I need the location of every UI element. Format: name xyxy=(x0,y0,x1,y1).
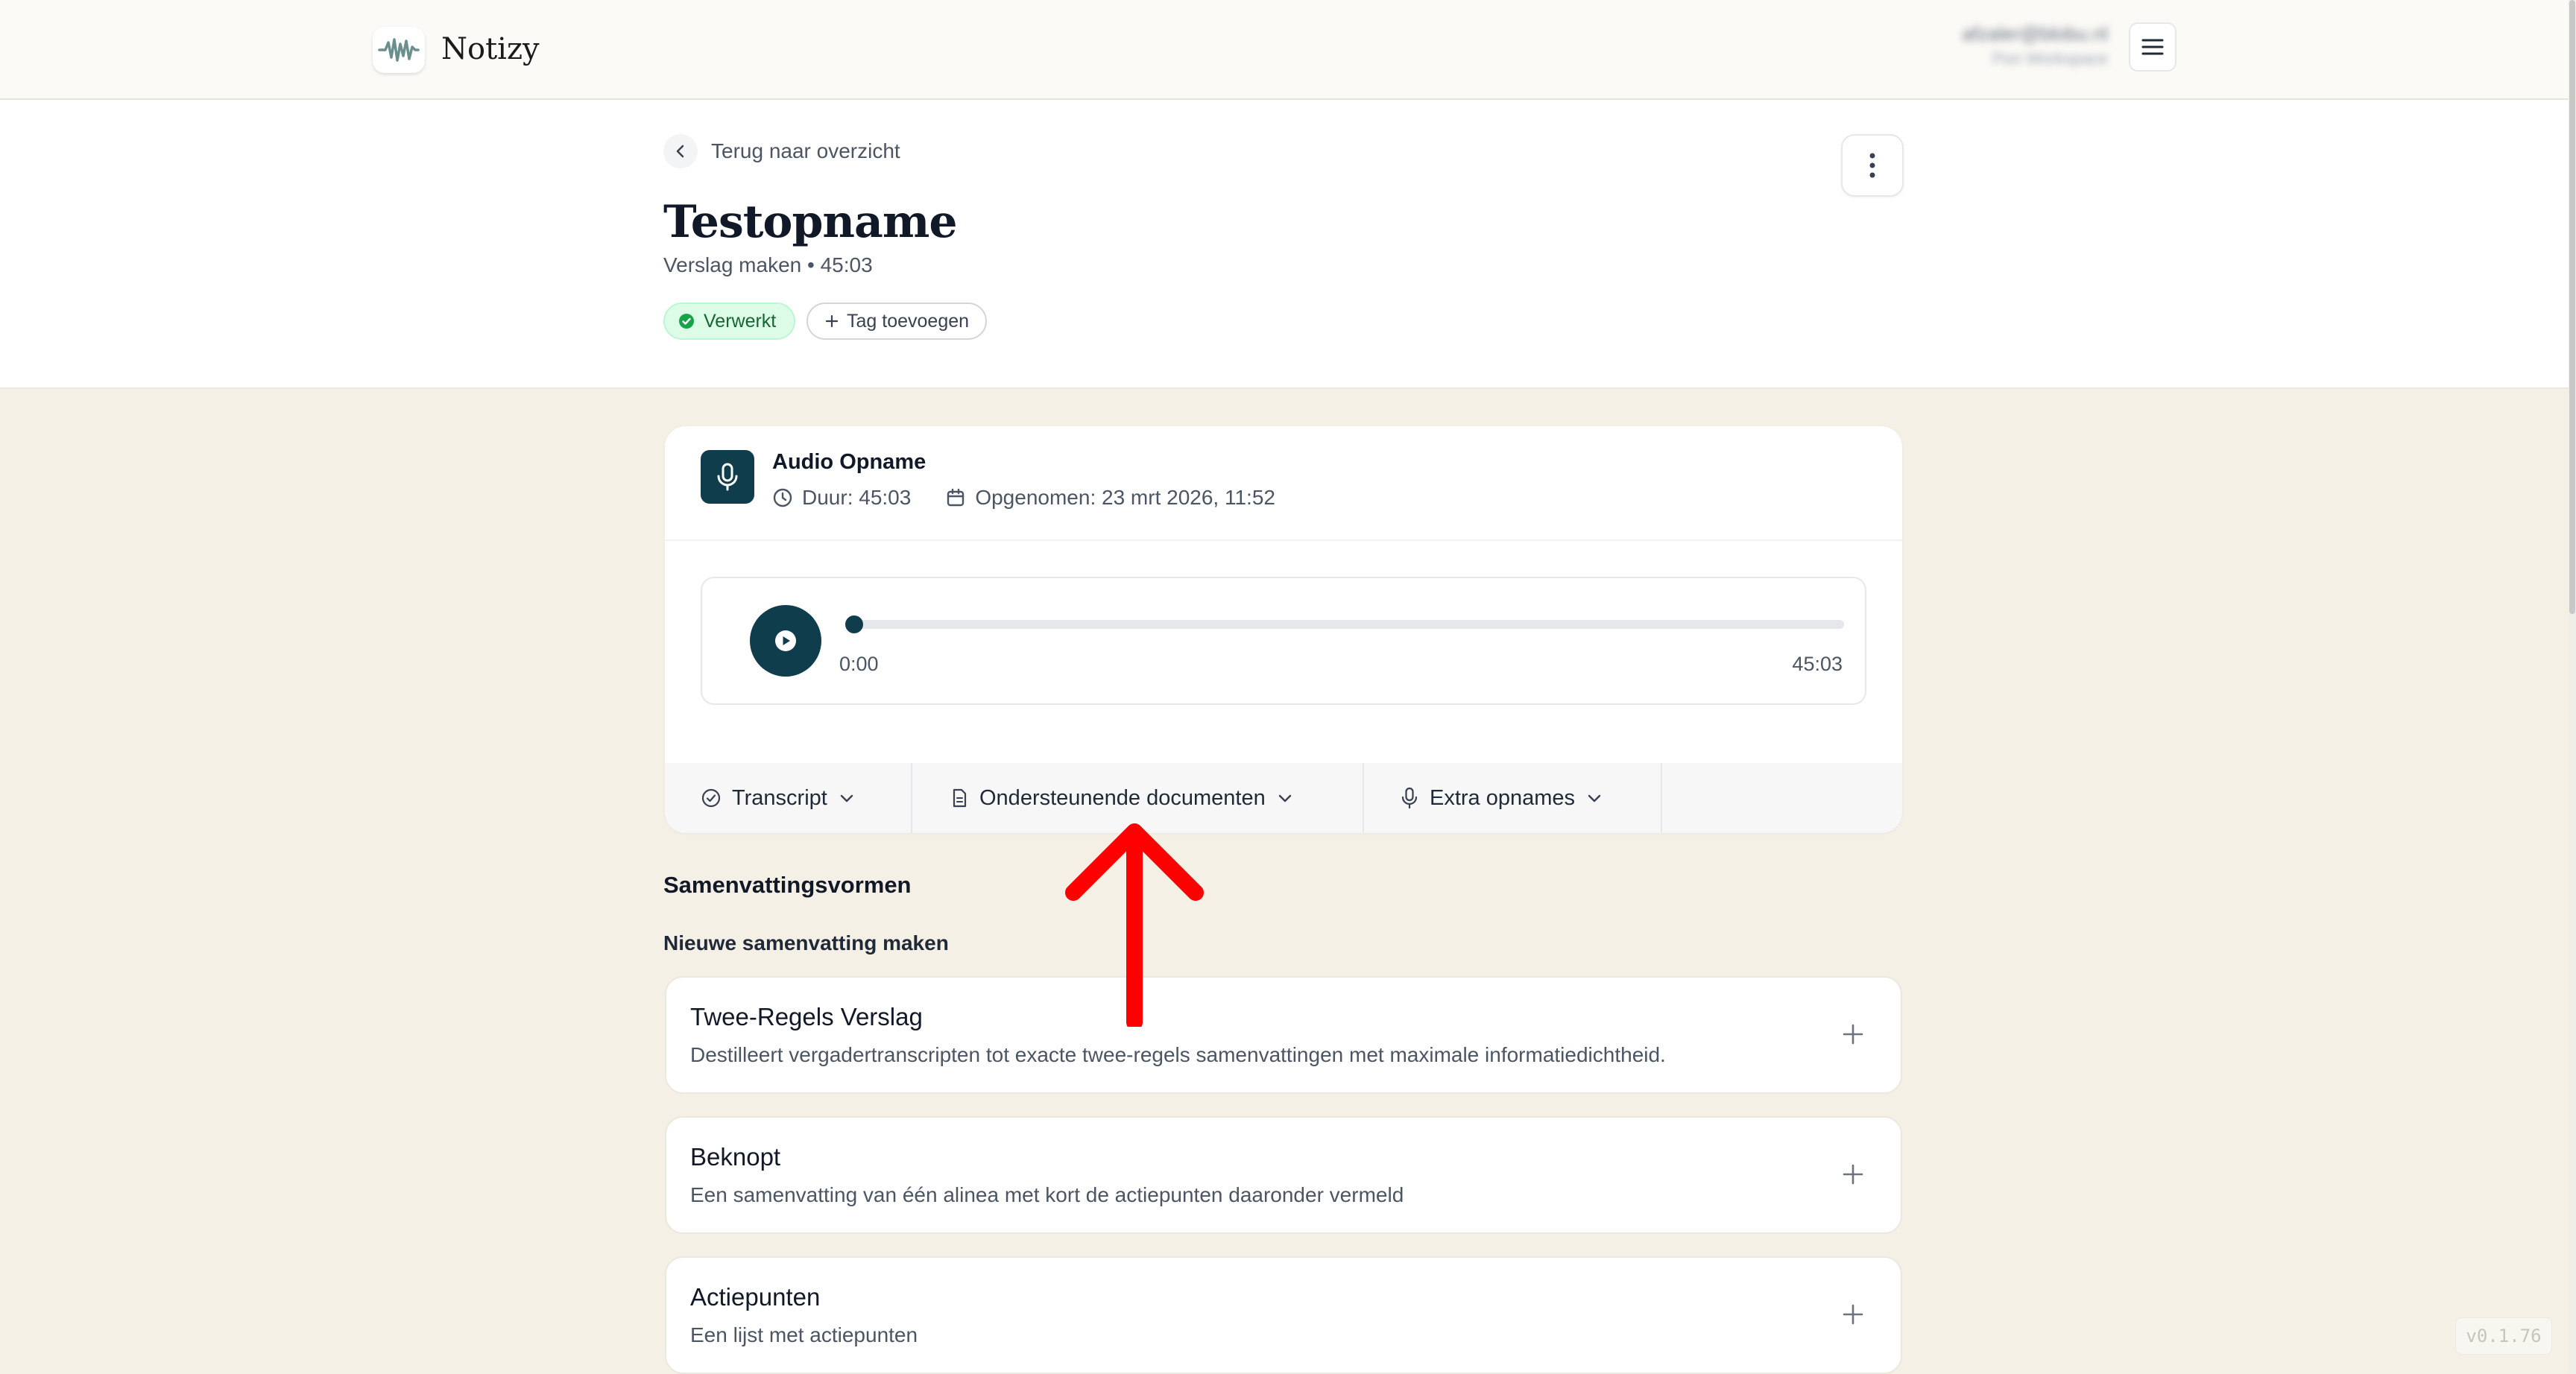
waveform-logo-icon xyxy=(378,38,420,62)
version-label: v0.1.76 xyxy=(2455,1317,2552,1355)
summary-description: Een samenvatting van één alinea met kort… xyxy=(690,1183,1404,1206)
section-subheading: Nieuwe samenvatting maken xyxy=(663,931,949,954)
back-label[interactable]: Terug naar overzicht xyxy=(711,139,900,163)
tab-transcript[interactable]: Transcript xyxy=(665,763,912,833)
seek-slider[interactable] xyxy=(845,615,1844,633)
audio-card: Audio Opname Duur: 45:03 Opgenomen: 23 m… xyxy=(665,426,1902,833)
tab-label: Transcript xyxy=(732,785,827,810)
divider xyxy=(665,539,1902,541)
summary-title: Twee-Regels Verslag xyxy=(690,1003,923,1030)
summary-title: Beknopt xyxy=(690,1143,781,1171)
summary-title: Actiepunten xyxy=(690,1283,821,1311)
plus-icon xyxy=(1843,1024,1863,1045)
user-workspace: Pon Workspace xyxy=(1992,49,2108,68)
audio-duration: Duur: 45:03 xyxy=(802,486,912,509)
chevron-down-icon xyxy=(1278,794,1291,802)
back-link[interactable]: Terug naar overzicht xyxy=(663,134,900,168)
microphone-icon xyxy=(717,463,738,491)
status-badge: Verwerkt xyxy=(663,303,796,340)
menu-button[interactable] xyxy=(2129,22,2176,72)
section-heading: Samenvattingsvormen xyxy=(663,872,912,898)
clock-icon xyxy=(773,488,792,507)
tab-label: Extra opnames xyxy=(1430,785,1576,810)
chevron-down-icon xyxy=(840,794,853,802)
chevron-left-icon xyxy=(676,145,684,158)
summary-option-card[interactable]: Twee-Regels Verslag Destilleert vergader… xyxy=(665,976,1902,1094)
check-circle-icon xyxy=(701,788,721,808)
microphone-icon xyxy=(1401,787,1418,809)
audio-meta: Duur: 45:03 Opgenomen: 23 mrt 2026, 11:5… xyxy=(772,486,1275,510)
calendar-icon xyxy=(947,488,965,507)
scrollbar-thumb[interactable] xyxy=(2569,0,2575,614)
audio-title: Audio Opname xyxy=(772,450,926,474)
add-summary-button[interactable] xyxy=(1835,1297,1871,1332)
current-time: 0:00 xyxy=(839,653,879,675)
summary-option-card[interactable]: Beknopt Een samenvatting van één alinea … xyxy=(665,1116,1902,1234)
summary-description: Een lijst met actiepunten xyxy=(690,1323,918,1346)
audio-recorded-date: Opgenomen: 23 mrt 2026, 11:52 xyxy=(975,486,1275,509)
add-tag-button[interactable]: Tag toevoegen xyxy=(806,303,988,340)
chevron-down-icon xyxy=(1588,794,1601,802)
check-circle-icon xyxy=(679,314,694,329)
add-tag-label: Tag toevoegen xyxy=(847,310,970,332)
tab-label: Ondersteunende documenten xyxy=(979,785,1266,810)
play-button[interactable] xyxy=(750,605,821,677)
audio-tabs: Transcript Ondersteunende documenten Ext… xyxy=(665,763,1902,833)
recording-header xyxy=(0,100,2569,389)
summary-option-card[interactable]: Actiepunten Een lijst met actiepunten xyxy=(665,1256,1902,1374)
more-options-button[interactable] xyxy=(1841,134,1904,197)
add-summary-button[interactable] xyxy=(1835,1016,1871,1052)
back-button[interactable] xyxy=(663,134,698,168)
logo[interactable] xyxy=(373,27,425,73)
more-vertical-icon xyxy=(1869,153,1875,178)
add-summary-button[interactable] xyxy=(1835,1156,1871,1192)
seek-handle[interactable] xyxy=(845,615,863,633)
user-email: afzaler@blobu.nl xyxy=(1962,22,2108,45)
document-icon xyxy=(953,788,967,808)
top-bar: Notizy afzaler@blobu.nl Pon Workspace xyxy=(0,0,2569,100)
tab-extra-recordings[interactable]: Extra opnames xyxy=(1364,763,1662,833)
plus-icon xyxy=(1843,1304,1863,1325)
status-label: Verwerkt xyxy=(704,310,777,332)
plus-icon xyxy=(825,314,839,328)
annotation-arrow-icon xyxy=(1065,823,1204,1027)
plus-icon xyxy=(1843,1164,1863,1185)
play-icon xyxy=(775,630,796,651)
total-time: 45:03 xyxy=(1792,653,1843,675)
summary-description: Destilleert vergadertranscripten tot exa… xyxy=(690,1043,1666,1066)
page-title: Testopname xyxy=(663,196,958,248)
scrollbar[interactable] xyxy=(2569,0,2576,1373)
audio-player: 0:00 45:03 xyxy=(701,577,1866,705)
hamburger-icon xyxy=(2141,39,2164,55)
audio-badge xyxy=(701,450,754,504)
recording-subtitle: Verslag maken • 45:03 xyxy=(663,253,873,276)
brand-name: Notizy xyxy=(441,32,540,66)
